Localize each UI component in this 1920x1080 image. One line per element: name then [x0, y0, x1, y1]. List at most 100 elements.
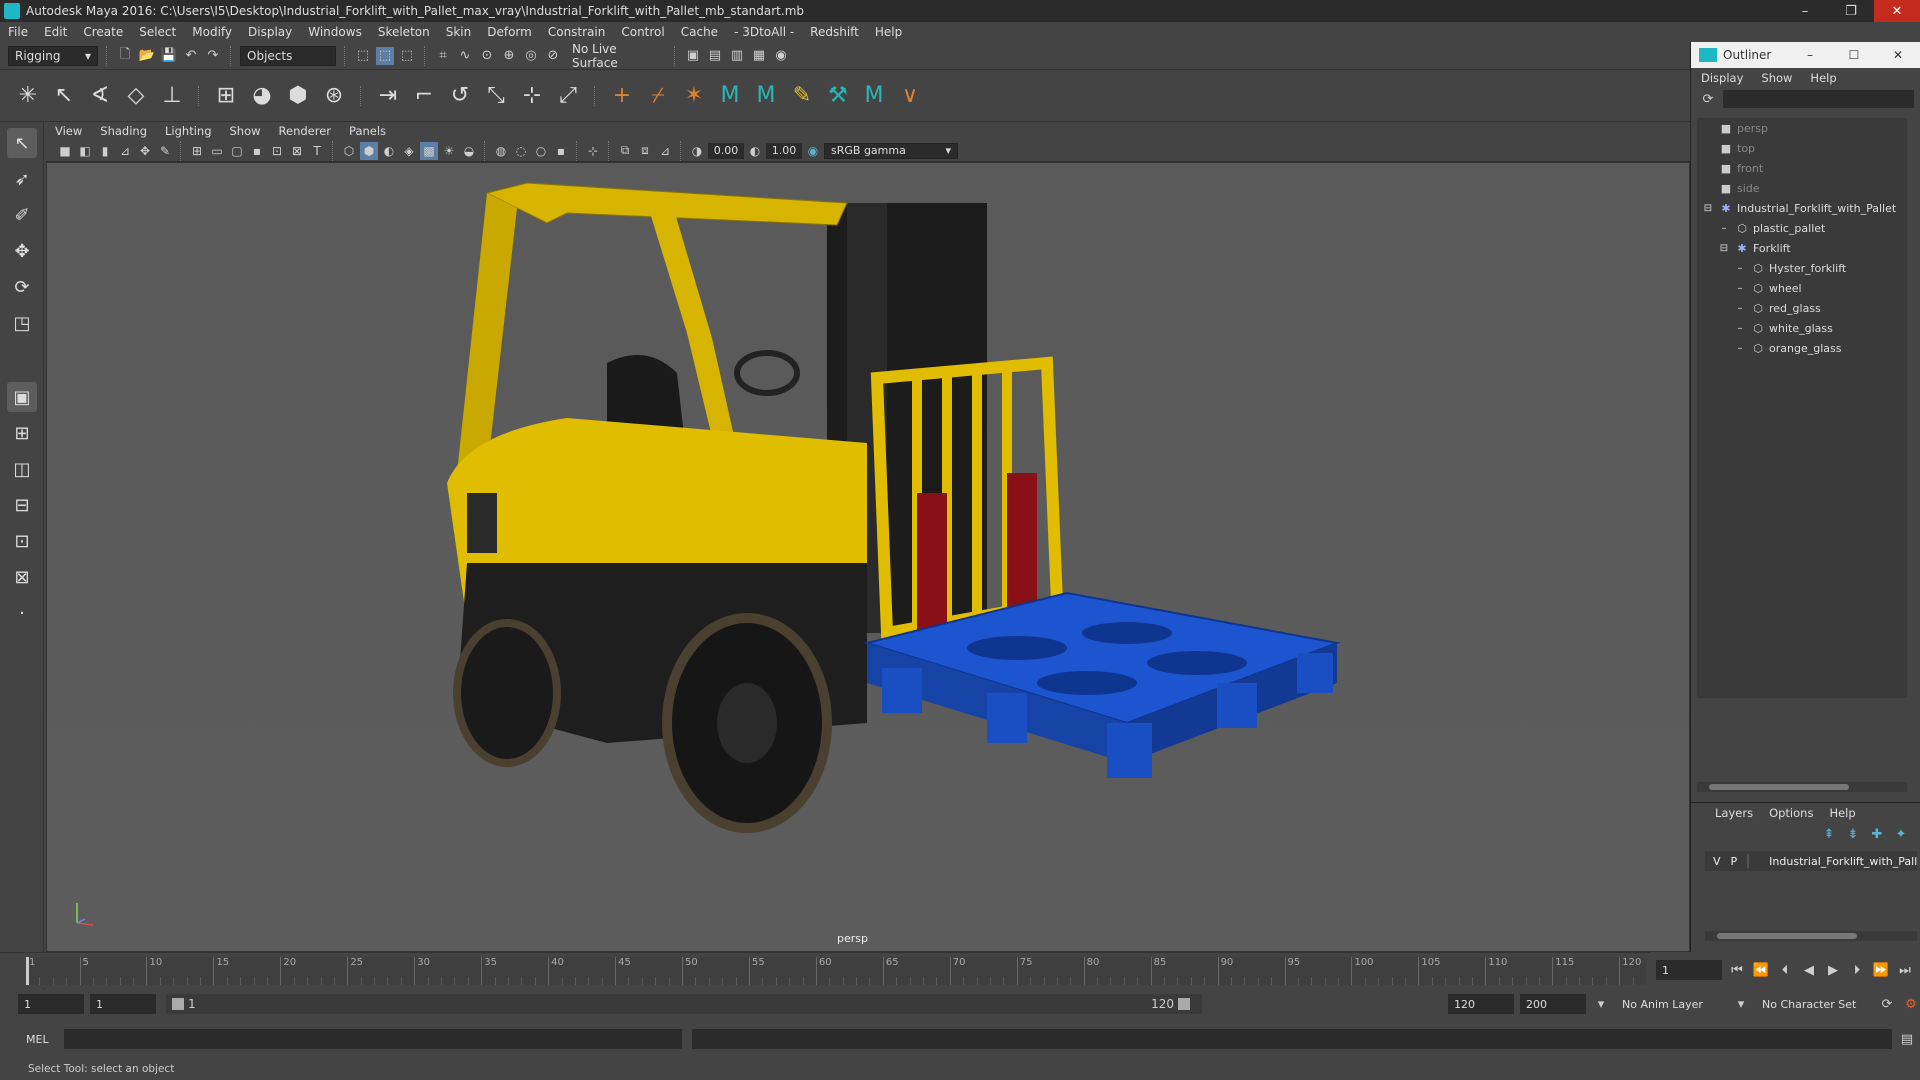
minimize-button[interactable]: –	[1782, 0, 1828, 22]
2d-pan-icon[interactable]: ✥	[136, 142, 154, 160]
snap-grid-icon[interactable]: ⌗	[434, 47, 452, 65]
outliner-item[interactable]: ■ side	[1697, 178, 1907, 198]
layer-menu-options[interactable]: Options	[1769, 806, 1813, 820]
outliner-menu-help[interactable]: Help	[1810, 71, 1836, 85]
go-to-end-icon[interactable]: ⏭	[1896, 961, 1914, 979]
xray-joints-icon[interactable]: ⧈	[636, 142, 654, 160]
menu-create[interactable]: Create	[75, 25, 131, 39]
maximize-button[interactable]: ❐	[1828, 0, 1874, 22]
render-settings-icon[interactable]: ▦	[750, 47, 768, 65]
preferences-icon[interactable]: ⚙	[1902, 995, 1920, 1013]
outliner-item[interactable]: ⊟ ✱ Forklift	[1697, 238, 1907, 258]
layout-single-icon[interactable]: ▣	[7, 382, 37, 412]
smooth-shade-icon[interactable]: ⬢	[360, 141, 378, 160]
save-scene-icon[interactable]: 💾	[160, 47, 178, 65]
outliner-item[interactable]: – ⬡ Hyster_forklift	[1697, 258, 1907, 278]
range-slider-start[interactable]: 1	[172, 997, 196, 1011]
scale-tool-icon[interactable]: ◳	[7, 308, 37, 338]
new-layer-icon[interactable]: ✚	[1868, 825, 1886, 843]
outliner-search-input[interactable]	[1723, 90, 1914, 108]
xray-icon[interactable]: ⧉	[616, 142, 634, 160]
outliner-item[interactable]: – ⬡ wheel	[1697, 278, 1907, 298]
render-frame-icon[interactable]: ▤	[706, 47, 724, 65]
script-editor-icon[interactable]: ▤	[1898, 1030, 1916, 1048]
snap-view-icon[interactable]: ⊕	[500, 47, 518, 65]
outliner-menu-display[interactable]: Display	[1701, 71, 1743, 85]
shadows-icon[interactable]: ◒	[460, 142, 478, 160]
end-time-field[interactable]: 200	[1520, 994, 1586, 1014]
default-material-icon[interactable]: ◐	[380, 142, 398, 160]
layer-name[interactable]: Industrial_Forklift_with_Pallet	[1769, 855, 1917, 868]
maya-script-3-icon[interactable]: M	[860, 82, 888, 110]
menu-deform[interactable]: Deform	[479, 25, 540, 39]
time-slider-track[interactable]: 1 5 10 15 20 25 30 35 40 45 50 55 60 65 70 75 80 85 90 95 10…	[26, 957, 1646, 985]
gate-mask-icon[interactable]: ▪	[248, 142, 266, 160]
move-layer-down-icon[interactable]: ⇟	[1844, 825, 1862, 843]
lights-icon[interactable]: ☀	[440, 142, 458, 160]
wire-on-shaded-icon[interactable]: ◈	[400, 142, 418, 160]
cluster-icon[interactable]: ⊞	[212, 82, 240, 110]
outliner-menu-show[interactable]: Show	[1761, 71, 1792, 85]
ipr-render-icon[interactable]: ▥	[728, 47, 746, 65]
isolate-select-icon[interactable]: ⊹	[584, 142, 602, 160]
motion-blur-icon[interactable]: ◌	[512, 142, 530, 160]
character-set-label[interactable]: No Character Set	[1756, 994, 1872, 1014]
layout-hypershade-icon[interactable]: ⊠	[7, 562, 37, 592]
exposure-icon[interactable]: ◑	[688, 142, 706, 160]
textured-icon[interactable]: ▩	[420, 141, 438, 160]
outliner-item[interactable]: – ⬡ plastic_pallet	[1697, 218, 1907, 238]
close-button[interactable]: ✕	[1874, 0, 1920, 22]
layout-persp-graph-icon[interactable]: ⊟	[7, 490, 37, 520]
xray-components-icon[interactable]: ⊿	[656, 142, 674, 160]
ambient-occlusion-icon[interactable]: ◍	[492, 142, 510, 160]
anim-layer-label[interactable]: No Anim Layer	[1616, 994, 1726, 1014]
layer-menu-layers[interactable]: Layers	[1715, 806, 1753, 820]
layer-playback-toggle[interactable]: P	[1731, 855, 1738, 868]
layout-two-icon[interactable]: ◫	[7, 454, 37, 484]
auto-key-icon[interactable]: ⟳	[1878, 995, 1896, 1013]
lasso-tool-icon[interactable]: ➶	[7, 164, 37, 194]
bookmark-icon[interactable]: ▮	[96, 142, 114, 160]
film-gate-icon[interactable]: ▭	[208, 142, 226, 160]
snap-curve-icon[interactable]: ∿	[456, 47, 474, 65]
go-to-start-icon[interactable]: ⏮	[1728, 961, 1746, 979]
bind-skin-icon[interactable]: ⇥	[374, 82, 402, 110]
layer-visibility-toggle[interactable]: V	[1713, 855, 1721, 868]
script-language-label[interactable]: MEL	[26, 1033, 58, 1046]
make-live-icon[interactable]: ⊘	[544, 47, 562, 65]
menu-help[interactable]: Help	[867, 25, 910, 39]
outliner-horizontal-scrollbar[interactable]	[1697, 782, 1907, 792]
panel-menu-renderer[interactable]: Renderer	[270, 124, 341, 138]
locator-icon[interactable]: ⊥	[158, 82, 186, 110]
start-time-field[interactable]: 1	[18, 994, 84, 1014]
menu-edit[interactable]: Edit	[36, 25, 75, 39]
range-slider[interactable]: 1 120	[166, 994, 1202, 1014]
panel-menu-shading[interactable]: Shading	[91, 124, 156, 138]
paint-select-tool-icon[interactable]: ✐	[7, 200, 37, 230]
safe-action-icon[interactable]: ⊠	[288, 142, 306, 160]
point-constraint-icon[interactable]: ⌐	[410, 82, 438, 110]
ik-orange-icon[interactable]: ✶	[680, 82, 708, 110]
snap-point-icon[interactable]: ⊙	[478, 47, 496, 65]
layer-horizontal-scrollbar[interactable]	[1705, 931, 1917, 941]
render-view-icon[interactable]: ▣	[684, 47, 702, 65]
panel-menu-show[interactable]: Show	[221, 124, 270, 138]
outliner-item[interactable]: – ⬡ orange_glass	[1697, 338, 1907, 358]
plus-tool-icon[interactable]: +	[608, 82, 636, 110]
maya-script-icon[interactable]: M	[716, 82, 744, 110]
color-management-icon[interactable]: ◉	[804, 142, 822, 160]
sculpt-icon[interactable]: ⊛	[320, 82, 348, 110]
menu-file[interactable]: File	[0, 25, 36, 39]
lattice-icon[interactable]: ◕	[248, 82, 276, 110]
move-layer-up-icon[interactable]: ⇞	[1820, 825, 1838, 843]
menu-display[interactable]: Display	[240, 25, 300, 39]
depth-of-field-icon[interactable]: ▪	[552, 142, 570, 160]
anti-aliasing-icon[interactable]: ○	[532, 142, 550, 160]
menu-3dtoall[interactable]: - 3DtoAll -	[726, 25, 802, 39]
camera-attr-icon[interactable]: ◧	[76, 142, 94, 160]
parent-constraint-icon[interactable]: ⊹	[518, 82, 546, 110]
scrollbar-thumb[interactable]	[1709, 784, 1849, 790]
playback-end-field[interactable]: 120	[1448, 994, 1514, 1014]
rotate-tool-icon[interactable]: ⟳	[7, 272, 37, 302]
joint-tool-icon[interactable]: ✳	[14, 82, 42, 110]
